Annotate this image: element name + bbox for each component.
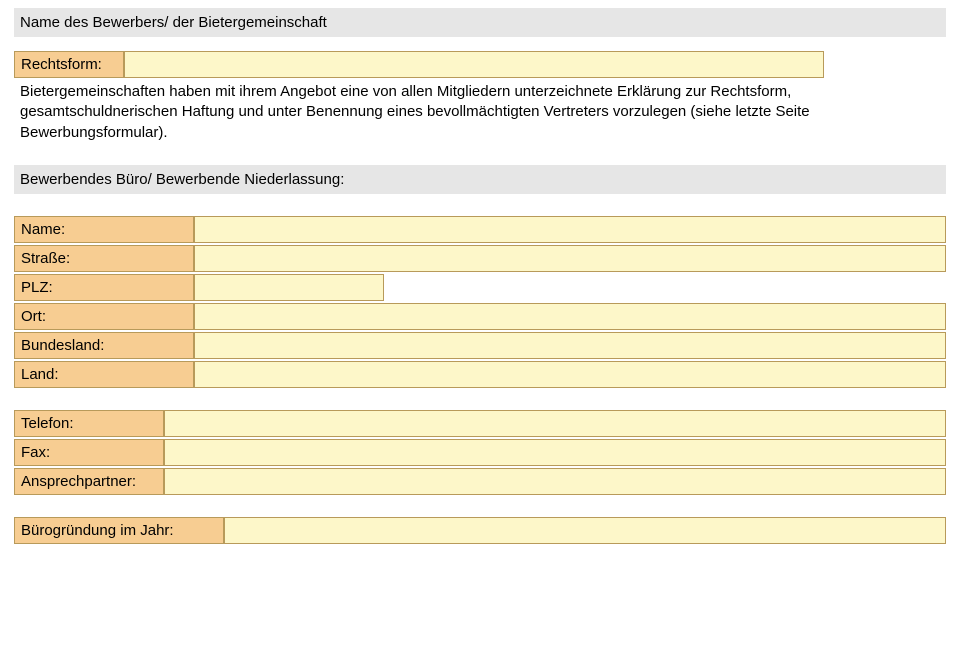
input-cell-strasse	[194, 245, 946, 272]
input-ansprechpartner[interactable]	[165, 469, 945, 494]
row-bundesland: Bundesland:	[14, 332, 946, 359]
input-strasse[interactable]	[195, 246, 945, 271]
row-land: Land:	[14, 361, 946, 388]
label-plz: PLZ:	[14, 274, 194, 301]
input-cell-telefon	[164, 410, 946, 437]
spacer	[14, 39, 946, 51]
input-fax[interactable]	[165, 440, 945, 465]
input-cell-buerogruendung	[224, 517, 946, 544]
input-plz[interactable]	[195, 275, 383, 300]
row-buerogruendung: Bürogründung im Jahr:	[14, 517, 946, 544]
row-ort: Ort:	[14, 303, 946, 330]
row-ansprechpartner: Ansprechpartner:	[14, 468, 946, 495]
input-land[interactable]	[195, 362, 945, 387]
label-rechtsform: Rechtsform:	[14, 51, 124, 78]
label-ansprechpartner: Ansprechpartner:	[14, 468, 164, 495]
label-land: Land:	[14, 361, 194, 388]
input-cell-fax	[164, 439, 946, 466]
row-strasse: Straße:	[14, 245, 946, 272]
input-telefon[interactable]	[165, 411, 945, 436]
input-cell-land	[194, 361, 946, 388]
row-plz: PLZ:	[14, 274, 946, 301]
label-bundesland: Bundesland:	[14, 332, 194, 359]
input-bundesland[interactable]	[195, 333, 945, 358]
input-buerogruendung[interactable]	[225, 518, 945, 543]
spacer	[14, 390, 946, 410]
row-fax: Fax:	[14, 439, 946, 466]
row-name: Name:	[14, 216, 946, 243]
label-telefon: Telefon:	[14, 410, 164, 437]
spacer	[14, 145, 946, 165]
input-cell-bundesland	[194, 332, 946, 359]
label-fax: Fax:	[14, 439, 164, 466]
input-ort[interactable]	[195, 304, 945, 329]
input-cell-rechtsform	[124, 51, 824, 78]
label-ort: Ort:	[14, 303, 194, 330]
input-cell-plz	[194, 274, 384, 301]
label-buerogruendung: Bürogründung im Jahr:	[14, 517, 224, 544]
section-header-applicant: Name des Bewerbers/ der Bietergemeinscha…	[14, 8, 946, 37]
label-name: Name:	[14, 216, 194, 243]
paragraph-rechtsform-info: Bietergemeinschaften haben mit ihrem Ang…	[14, 80, 946, 145]
input-rechtsform[interactable]	[125, 52, 823, 77]
label-strasse: Straße:	[14, 245, 194, 272]
section-header-office: Bewerbendes Büro/ Bewerbende Niederlassu…	[14, 165, 946, 194]
input-cell-ansprechpartner	[164, 468, 946, 495]
spacer	[14, 497, 946, 517]
input-name[interactable]	[195, 217, 945, 242]
spacer	[14, 196, 946, 216]
input-cell-ort	[194, 303, 946, 330]
input-cell-name	[194, 216, 946, 243]
row-telefon: Telefon:	[14, 410, 946, 437]
row-rechtsform: Rechtsform:	[14, 51, 946, 78]
